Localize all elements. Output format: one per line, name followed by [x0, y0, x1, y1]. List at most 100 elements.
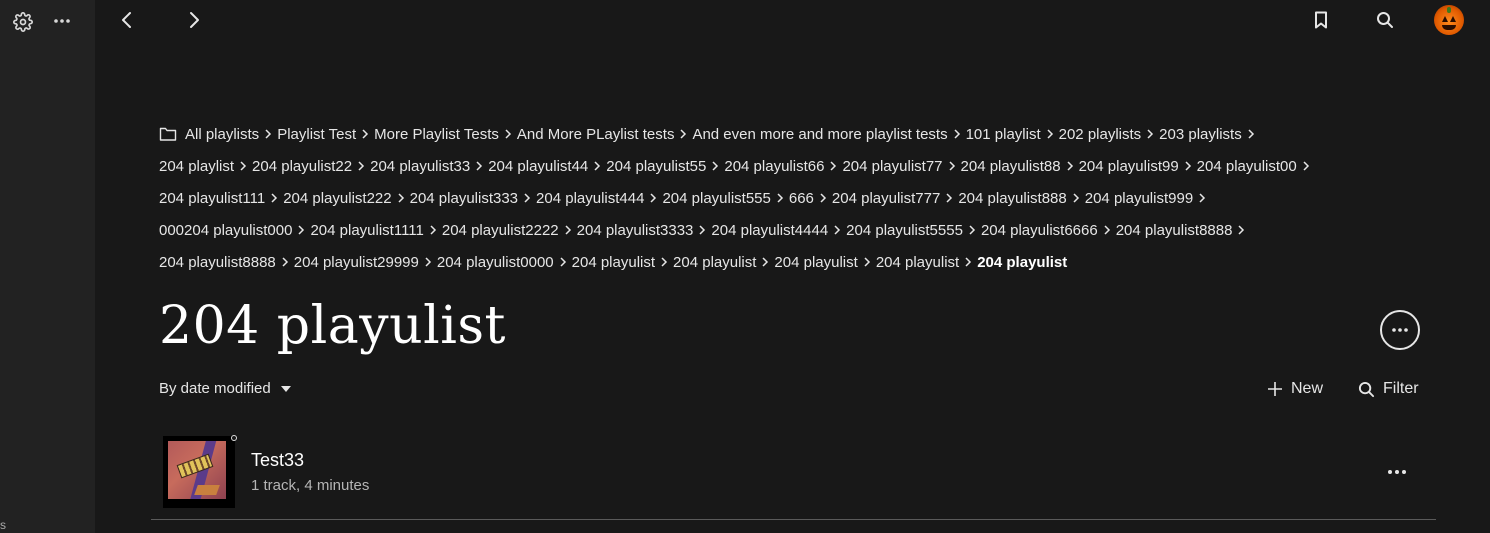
chevron-right-icon [1041, 128, 1059, 140]
breadcrumb-link[interactable]: 204 playulist44 [488, 158, 588, 175]
jack-o-lantern-avatar [1447, 7, 1451, 13]
breadcrumb-link[interactable]: 204 playulist88 [961, 158, 1061, 175]
breadcrumb-link[interactable]: 204 playulist2222 [442, 222, 559, 239]
breadcrumb-link[interactable]: 204 playulist999 [1085, 190, 1193, 207]
breadcrumb-link[interactable]: 204 playulist222 [283, 190, 391, 207]
breadcrumb-link[interactable]: 204 playulist6666 [981, 222, 1098, 239]
list-item[interactable]: Test33 1 track, 4 minutes [151, 430, 1436, 520]
chevron-right-icon [963, 224, 981, 236]
more-horizontal-icon[interactable] [52, 10, 72, 32]
breadcrumb-link[interactable]: 204 playulist29999 [294, 254, 419, 271]
more-horizontal-icon [1387, 469, 1407, 475]
chevron-right-icon [276, 256, 294, 268]
breadcrumb-link[interactable]: And even more and more playlist tests [692, 126, 947, 143]
breadcrumb-link[interactable]: 204 playulist55 [606, 158, 706, 175]
avatar[interactable] [1434, 5, 1464, 35]
breadcrumb-link[interactable]: 204 playulist777 [832, 190, 940, 207]
chevron-right-icon [948, 128, 966, 140]
chevron-right-icon [470, 160, 488, 172]
bookmark-icon[interactable] [1307, 6, 1335, 34]
filter-label: Filter [1383, 380, 1419, 397]
breadcrumb-link[interactable]: 204 playulist22 [252, 158, 352, 175]
item-title: Test33 [251, 450, 305, 470]
breadcrumb-link[interactable]: 204 playulist [572, 254, 655, 271]
chevron-right-icon [693, 224, 711, 236]
chevron-right-icon [706, 160, 724, 172]
breadcrumb-link[interactable]: 204 playulist [673, 254, 756, 271]
chevron-right-icon [674, 128, 692, 140]
breadcrumb-link[interactable]: 000204 playulist000 [159, 222, 292, 239]
breadcrumb-link[interactable]: 203 playlists [1159, 126, 1242, 143]
more-horizontal-circle-icon [1391, 327, 1409, 333]
breadcrumb-current: 204 playulist [977, 253, 1068, 271]
breadcrumb-link[interactable]: 204 playulist444 [536, 190, 644, 207]
album-thumbnail [163, 435, 237, 508]
breadcrumb-link[interactable]: And More PLaylist tests [517, 126, 675, 143]
chevron-right-icon [1061, 160, 1079, 172]
chevron-left-icon[interactable] [113, 6, 141, 34]
breadcrumb-link[interactable]: 204 playulist4444 [711, 222, 828, 239]
breadcrumb-link[interactable]: 101 playlist [966, 126, 1041, 143]
breadcrumb-link[interactable]: 204 playulist111 [159, 190, 265, 207]
chevron-right-icon [588, 160, 606, 172]
more-options-button[interactable] [1380, 310, 1420, 350]
breadcrumb-link[interactable]: 202 playlists [1059, 126, 1142, 143]
item-more-button[interactable] [1381, 460, 1413, 484]
breadcrumb-link[interactable]: 204 playulist888 [958, 190, 1066, 207]
new-button[interactable]: New [1267, 380, 1323, 398]
chevron-right-icon [1179, 160, 1197, 172]
breadcrumb-link[interactable]: 204 playulist3333 [577, 222, 694, 239]
breadcrumb-link[interactable]: 204 playulist99 [1079, 158, 1179, 175]
breadcrumb-link[interactable]: 204 playulist0000 [437, 254, 554, 271]
breadcrumb-line: All playlists Playlist Test More Playlis… [159, 118, 1429, 150]
chevron-right-icon [352, 160, 370, 172]
sidebar-text-fragment: s [0, 518, 6, 532]
status-dot [231, 435, 237, 441]
breadcrumb-link[interactable]: 204 playulist1111 [310, 222, 423, 239]
filter-button[interactable]: Filter [1358, 380, 1419, 398]
breadcrumb-link[interactable]: 204 playulist555 [662, 190, 770, 207]
breadcrumb-link[interactable]: 204 playulist33 [370, 158, 470, 175]
chevron-right-icon [1232, 224, 1250, 236]
chevron-right-icon [771, 192, 789, 204]
breadcrumb-link[interactable]: Playlist Test [277, 126, 356, 143]
chevron-right-icon [756, 256, 774, 268]
breadcrumb-link[interactable]: 204 playulist8888 [159, 254, 276, 271]
chevron-right-icon [356, 128, 374, 140]
chevron-right-icon [943, 160, 961, 172]
breadcrumb-link[interactable]: 204 playulist66 [724, 158, 824, 175]
gear-icon[interactable] [12, 11, 34, 33]
chevron-right-icon [234, 160, 252, 172]
chevron-right-icon [392, 192, 410, 204]
chevron-right-icon [824, 160, 842, 172]
sort-label: By date modified [159, 380, 271, 397]
chevron-right-icon [1067, 192, 1085, 204]
folder-icon [159, 126, 177, 142]
chevron-right-icon [655, 256, 673, 268]
breadcrumb-line: 000204 playulist000 204 playulist1111 20… [159, 214, 1429, 246]
sort-dropdown[interactable]: By date modified [159, 380, 291, 397]
breadcrumb-link[interactable]: 204 playulist [774, 254, 857, 271]
chevron-right-icon [1242, 128, 1260, 140]
search-icon[interactable] [1371, 6, 1399, 34]
chevron-right-icon [828, 224, 846, 236]
chevron-right-icon [419, 256, 437, 268]
breadcrumb-link[interactable]: 204 playulist77 [842, 158, 942, 175]
breadcrumb-link[interactable]: 204 playulist5555 [846, 222, 963, 239]
chevron-right-icon[interactable] [180, 6, 208, 34]
breadcrumb-line: 204 playulist8888 204 playulist29999 204… [159, 246, 1429, 278]
chevron-right-icon [814, 192, 832, 204]
breadcrumb-link[interactable]: 204 playulist [876, 254, 959, 271]
chevron-right-icon [1297, 160, 1315, 172]
breadcrumb-link[interactable]: 204 playulist333 [410, 190, 518, 207]
breadcrumb-link[interactable]: 204 playlist [159, 158, 234, 175]
breadcrumb-link[interactable]: More Playlist Tests [374, 126, 499, 143]
item-subtitle: 1 track, 4 minutes [251, 477, 370, 494]
breadcrumb-link[interactable]: 666 [789, 190, 814, 207]
breadcrumb-link[interactable]: 204 playulist8888 [1116, 222, 1233, 239]
breadcrumb-link[interactable]: All playlists [185, 126, 259, 143]
breadcrumb-link[interactable]: 204 playulist00 [1197, 158, 1297, 175]
chevron-right-icon [518, 192, 536, 204]
breadcrumb: All playlists Playlist Test More Playlis… [159, 118, 1429, 278]
main-content: All playlists Playlist Test More Playlis… [95, 0, 1490, 533]
